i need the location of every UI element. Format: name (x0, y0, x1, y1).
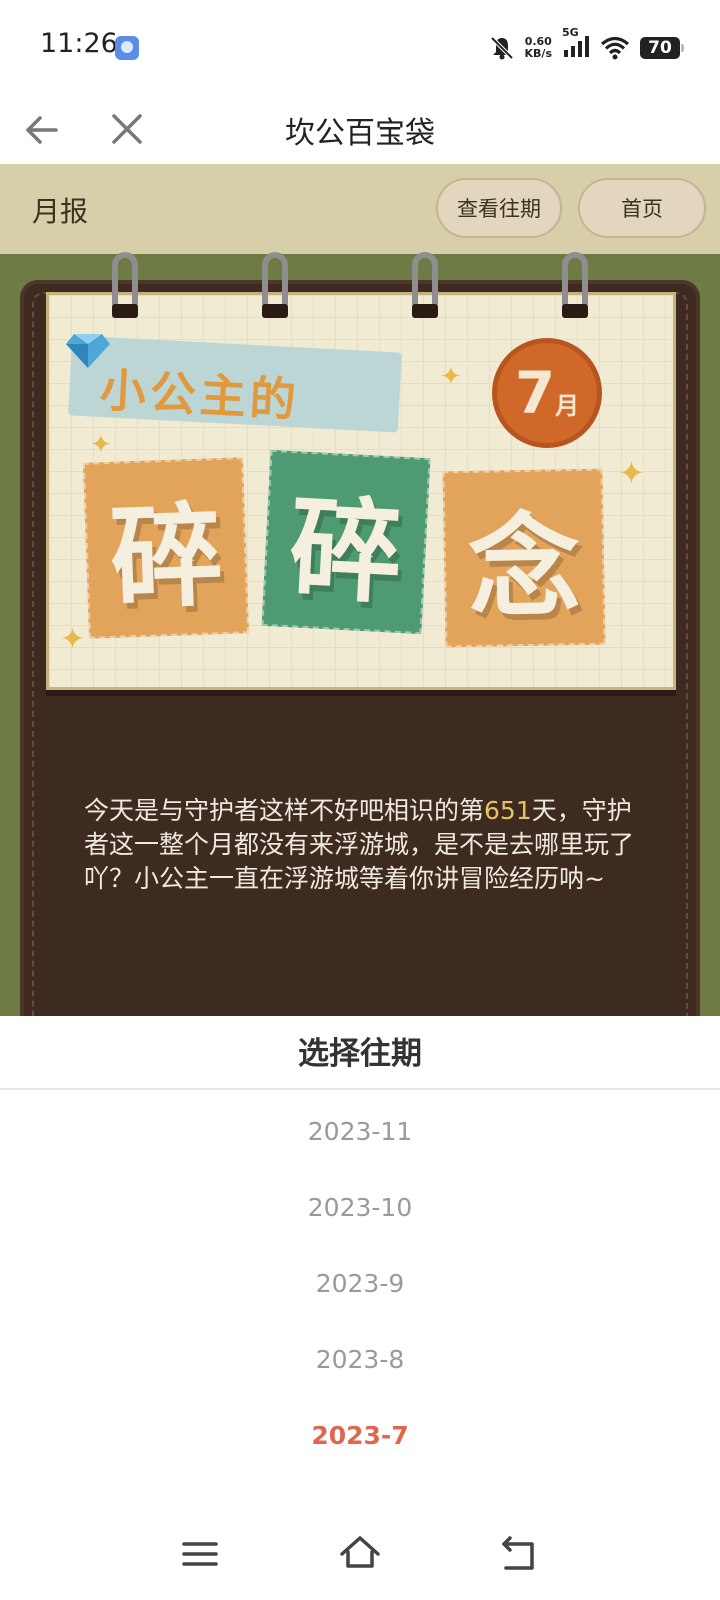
report-header: 月报 查看往期 首页 (0, 164, 720, 254)
battery-icon: 70 (640, 37, 684, 59)
back-icon[interactable] (496, 1530, 544, 1578)
ring-hole (412, 304, 438, 318)
app-navbar: 坎公百宝袋 (0, 96, 720, 164)
cell-signal: 5G (562, 26, 590, 62)
home-button[interactable]: 首页 (578, 178, 706, 238)
signal-label: 5G (562, 26, 579, 39)
status-bar: 11:26 0.60 KB/s 5G 70 (0, 0, 720, 96)
wifi-icon (600, 36, 630, 60)
sparkle-icon: ✦ (440, 362, 462, 392)
mute-bell-icon (490, 36, 513, 60)
divider (0, 1088, 720, 1090)
sparkle-icon: ✦ (90, 430, 112, 460)
report-label: 月报 (32, 195, 89, 228)
period-option[interactable]: 2023-9 (0, 1246, 720, 1322)
days-count: 651 (484, 796, 532, 825)
status-icons: 0.60 KB/s 5G 70 (489, 26, 684, 66)
ring-hole (562, 304, 588, 318)
status-time: 11:26 (40, 28, 118, 59)
sparkle-icon: ✦ (60, 622, 86, 657)
app-notification-icon (115, 36, 139, 60)
period-option-selected[interactable]: 2023-7 (0, 1398, 720, 1474)
period-option[interactable]: 2023-11 (0, 1094, 720, 1170)
month-badge: 7 月 (492, 338, 602, 448)
system-nav-bar (0, 1510, 720, 1600)
report-story: 今天是与守护者这样不好吧相识的第651天，守护者这一整个月都没有来浮游城，是不是… (84, 794, 634, 896)
diamond-icon (66, 334, 110, 368)
period-list: 2023-11 2023-10 2023-9 2023-8 2023-7 (0, 1094, 720, 1474)
banner-subtitle: 小公主的 (98, 362, 302, 428)
month-suffix: 月 (555, 391, 580, 420)
month-number: 7 (514, 359, 556, 427)
banner-char-tile: 念 (442, 468, 606, 648)
story-text: 今天是与守护者这样不好吧相识的第 (84, 796, 485, 825)
net-speed: 0.60 KB/s (525, 36, 552, 60)
period-option[interactable]: 2023-10 (0, 1170, 720, 1246)
page-title: 坎公百宝袋 (285, 116, 435, 151)
home-icon[interactable] (336, 1530, 384, 1578)
sheet-title: 选择往期 (298, 1036, 422, 1072)
banner-char-tile: 碎 (261, 449, 431, 635)
view-history-button[interactable]: 查看往期 (436, 178, 562, 238)
sparkle-icon: ✦ (618, 454, 645, 492)
menu-icon[interactable] (176, 1530, 224, 1578)
ring-hole (262, 304, 288, 318)
period-option[interactable]: 2023-8 (0, 1322, 720, 1398)
net-speed-unit: KB/s (524, 47, 552, 60)
banner-char-tile: 碎 (82, 457, 250, 639)
monthly-report-page: 月报 查看往期 首页 小公主的 7 月 碎 碎 念 ✦ ✦ ✦ ✦ 今天是与守护… (0, 164, 720, 1036)
ring-hole (112, 304, 138, 318)
